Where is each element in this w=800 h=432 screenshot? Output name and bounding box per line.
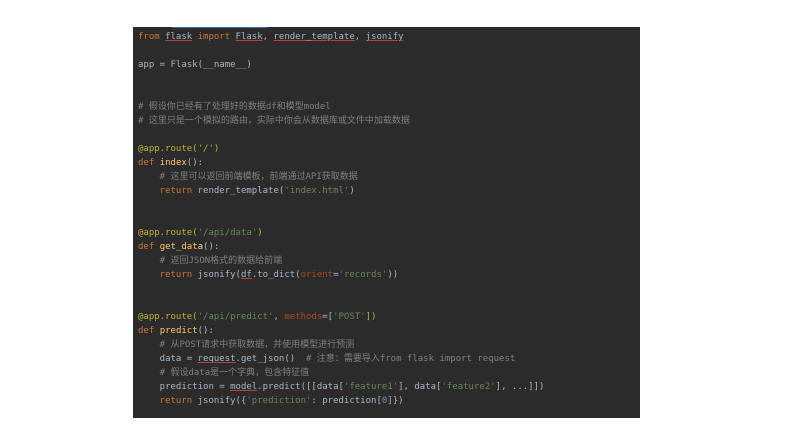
keyword: def [138,158,160,168]
string-literal: 'index.html' [284,186,350,196]
import-name: jsonify [365,32,404,42]
string-literal: 'POST' [333,312,366,322]
function-name: index [159,158,187,168]
function-name: get_data [159,242,204,252]
punctuation: ) [349,186,355,196]
param-name: orient [300,270,334,280]
variable: model [230,382,258,392]
code-line-11: # 这里可以返回前端模板，前端通过API获取数据 [138,172,358,182]
decorator: ) [257,228,263,238]
inline-comment: # 注意：需要导入from flask import request [306,354,516,364]
punctuation: =[ [322,312,334,322]
import-name: Flask [235,32,263,42]
keyword: import [192,32,236,42]
call: .to_dict( [251,270,301,280]
variable: request [197,354,236,364]
param-name: methods [284,312,323,322]
keyword: from [138,32,166,42]
code-line-21: @app.route('/api/predict', methods=['POS… [138,310,376,324]
call: .get_json() [235,354,306,364]
punctuation: (): [203,242,220,252]
punctuation: , [273,312,285,322]
punctuation: )) [387,270,399,280]
code-line-25: # 假设data是一个字典，包含特征值 [138,368,310,378]
code-line-10: def index(): [138,156,203,170]
import-name: render_template [273,32,355,42]
string-literal: 'prediction' [246,396,312,406]
separator: , [354,32,366,42]
call: ], data[ [398,382,442,392]
keyword: def [138,326,160,336]
decorator: @app.route( [138,312,198,322]
assignment: data = [138,354,198,364]
string-literal: '/api/data' [197,228,258,238]
punctuation: (): [197,326,214,336]
function-name: predict [159,326,198,336]
keyword: def [138,242,160,252]
code-line-17: # 返回JSON格式的数据给前端 [138,256,283,266]
string-literal: 'feature1' [343,382,399,392]
keyword: return [138,270,198,280]
string-literal: '/api/predict' [197,312,274,322]
string-literal: 'feature2' [441,382,496,392]
punctuation: (): [186,158,204,168]
call: : prediction[ [311,396,382,406]
module-name: flask [165,32,193,42]
separator: , [262,32,274,42]
keyword: return [138,396,198,406]
code-line-1: from flask import Flask, render_template… [138,30,404,44]
code-line-6: # 假设你已经有了处理好的数据df和模型model [138,102,331,112]
code-line-22: def predict(): [138,324,214,338]
call: .predict([[data[ [257,382,344,392]
punctuation: ]}) [387,396,404,406]
code-line-12: return render_template('index.html') [138,184,355,198]
call: render_template( [197,186,285,196]
code-line-7: # 这里只是一个模拟的路由，实际中你会从数据库或文件中加载数据 [138,116,410,126]
call: jsonify({ [197,396,247,406]
code-line-9: @app.route('/') [138,144,220,154]
decorator: @app.route( [138,228,198,238]
scroll-marker [172,27,267,28]
string-literal: 'records' [338,270,388,280]
code-line-23: # 从POST请求中获取数据，并使用模型进行预测 [138,340,355,350]
code-line-24: data = request.get_json() # 注意：需要导入from … [138,352,516,366]
code-line-3: app = Flask(__name__) [138,60,252,70]
code-line-16: def get_data(): [138,240,219,254]
code-line-27: return jsonify({'prediction': prediction… [138,394,404,408]
code-line-15: @app.route('/api/data') [138,226,263,240]
code-editor[interactable]: from flask import Flask, render_template… [133,27,640,418]
code-line-26: prediction = model.predict([[data['featu… [138,380,545,394]
assignment: prediction = [138,382,231,392]
call: jsonify( [197,270,241,280]
decorator: ]) [365,312,377,322]
code-line-18: return jsonify(df.to_dict(orient='record… [138,268,398,282]
punctuation: ], ...]]) [495,382,545,392]
variable: df [240,270,252,280]
keyword: return [138,186,198,196]
